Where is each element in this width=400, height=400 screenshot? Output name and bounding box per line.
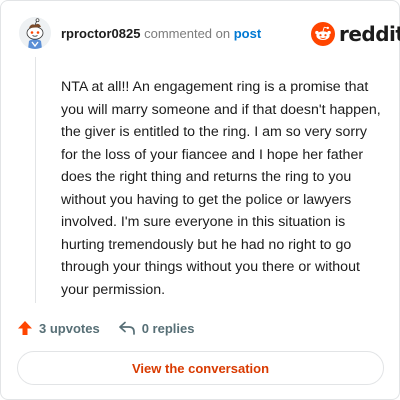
thread-line [35, 57, 36, 303]
comment-embed-card: rproctor0825 commented on post reddit NT… [0, 0, 400, 400]
upvotes-count: 3 upvotes [39, 320, 100, 336]
replies-count: 0 replies [141, 320, 195, 336]
view-conversation-button[interactable]: View the conversation [17, 351, 384, 385]
replies-stat[interactable]: 0 replies [118, 320, 195, 336]
post-link[interactable]: post [234, 26, 261, 41]
upvote-arrow-icon [18, 321, 32, 335]
reddit-wordmark: reddit [339, 22, 400, 46]
comment-header: rproctor0825 commented on post [61, 26, 261, 42]
comment-stats: 3 upvotes 0 replies [17, 317, 194, 339]
reddit-logo[interactable]: reddit [311, 21, 400, 47]
username-link[interactable]: rproctor0825 [61, 26, 140, 41]
reddit-snoo-icon [311, 22, 335, 46]
comment-body: NTA at all!! An engagement ring is a pro… [61, 79, 381, 298]
upvotes-stat[interactable]: 3 upvotes [17, 320, 100, 336]
user-avatar[interactable] [19, 17, 51, 49]
action-text: commented on [144, 26, 231, 41]
reply-arrow-icon [118, 321, 135, 335]
snoo-avatar-icon [19, 17, 51, 49]
